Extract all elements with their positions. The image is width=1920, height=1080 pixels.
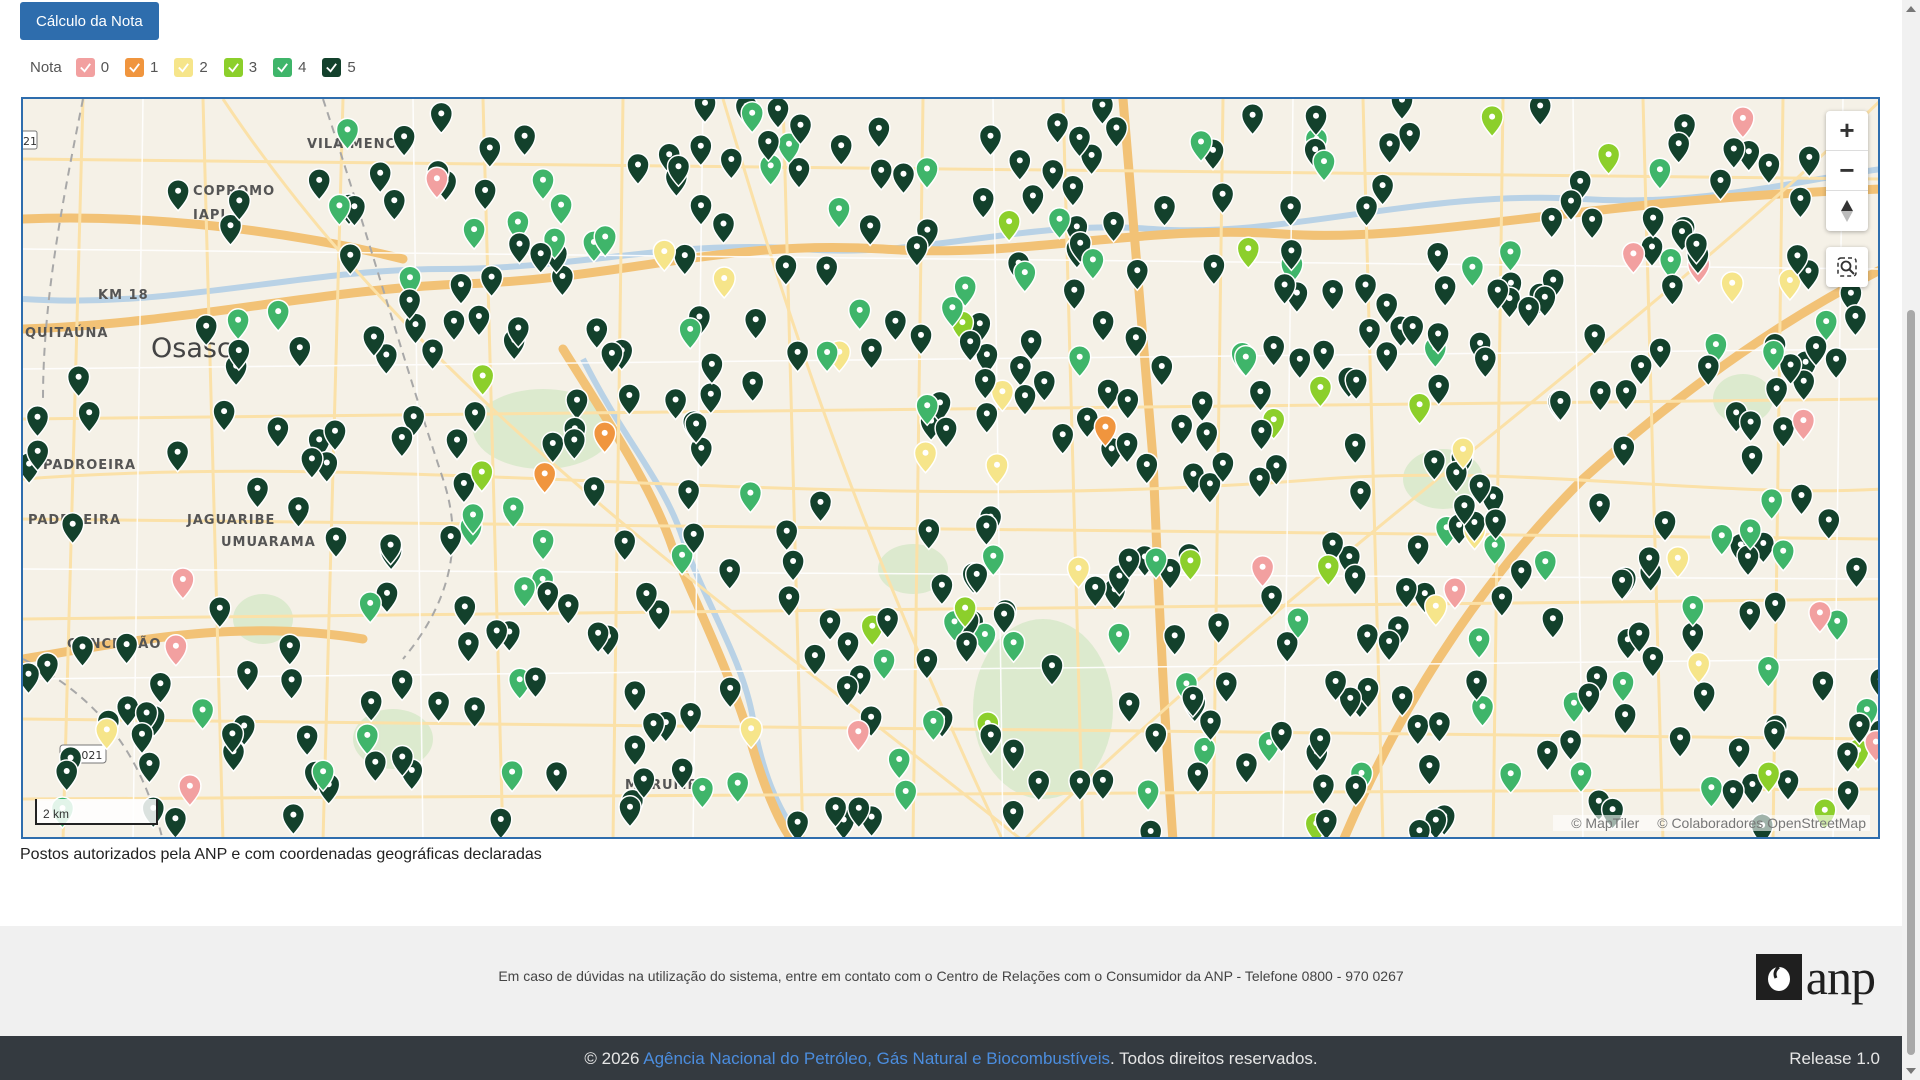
checkbox-1[interactable] (125, 58, 145, 77)
legend-label-2: 2 (199, 59, 208, 76)
place-label-padroeira-1: PADROEIRA (43, 458, 136, 473)
legend-label-3: 3 (248, 59, 258, 76)
checkbox-0[interactable] (75, 58, 95, 77)
footer-contact-text: Em caso de dúvidas na utilização do sist… (498, 968, 1404, 984)
legend-label-5: 5 (347, 59, 356, 76)
zoom-out-button[interactable]: − (1826, 151, 1868, 191)
footer-bottom-bar: © 2026 Agência Nacional do Petróleo, Gás… (0, 1036, 1902, 1080)
station-marker[interactable] (1407, 818, 1432, 839)
map-attribution: © MapTiler © Colaboradores OpenStreetMap (1553, 815, 1870, 831)
zoom-control: + − (1826, 111, 1868, 231)
legend-title: Nota (30, 59, 62, 76)
agency-link[interactable]: Agência Nacional do Petróleo, Gás Natura… (643, 1049, 1110, 1068)
zoom-fit-icon (1837, 257, 1857, 277)
place-label-km18: KM 18 (98, 288, 149, 303)
scrollbar-thumb[interactable] (1907, 310, 1915, 1055)
legend-item-3[interactable]: 3 (223, 58, 258, 77)
legend-label-0: 0 (100, 59, 110, 76)
copyright-suffix: . Todos direitos reservados. (1110, 1049, 1318, 1068)
page: Cálculo da Nota Nota 0 1 2 3 4 5 VILA ME… (0, 0, 1920, 1080)
fit-bounds-button[interactable] (1826, 247, 1868, 287)
legend-item-0[interactable]: 0 (75, 58, 110, 77)
checkbox-2[interactable] (174, 58, 194, 77)
station-marker[interactable] (1138, 819, 1163, 839)
footer: Em caso de dúvidas na utilização do sist… (0, 926, 1902, 1036)
attribution-maptiler[interactable]: © MapTiler (1571, 815, 1639, 831)
place-label-quitauna: QUITAÚNA (25, 325, 108, 341)
legend-item-4[interactable]: 4 (273, 58, 306, 77)
calculo-nota-button[interactable]: Cálculo da Nota (20, 2, 159, 40)
copyright-prefix: © 2026 (584, 1049, 644, 1068)
scroll-up-arrow-icon[interactable] (1906, 6, 1916, 12)
attribution-osm[interactable]: © Colaboradores OpenStreetMap (1657, 815, 1866, 831)
scroll-down-arrow-icon[interactable] (1906, 1068, 1916, 1074)
copyright: © 2026 Agência Nacional do Petróleo, Gás… (0, 1049, 1902, 1069)
legend-item-1[interactable]: 1 (125, 58, 158, 77)
map-caption: Postos autorizados pela ANP e com coorde… (20, 846, 542, 863)
legend-label-4: 4 (298, 59, 307, 76)
legend-item-5[interactable]: 5 (322, 58, 356, 77)
anp-logo-mark (1755, 954, 1802, 1000)
compass-icon (1841, 200, 1853, 222)
road-shield-21: 21 (23, 130, 38, 150)
scale-bar: 2 km (35, 799, 158, 825)
page-scrollbar[interactable] (1902, 0, 1920, 1080)
place-label-jaguaribe: JAGUARIBE (186, 513, 275, 528)
release-version: Release 1.0 (1789, 1049, 1880, 1068)
anp-logo-text: anp (1805, 949, 1876, 1005)
place-label-umuarama: UMUARAMA (221, 535, 316, 550)
checkbox-5[interactable] (322, 58, 342, 77)
nota-legend: Nota 0 1 2 3 4 5 (30, 58, 372, 77)
zoom-in-button[interactable]: + (1826, 111, 1868, 151)
legend-item-2[interactable]: 2 (174, 58, 208, 77)
svg-text:21: 21 (23, 135, 37, 148)
checkbox-4[interactable] (273, 58, 293, 77)
compass-button[interactable] (1826, 191, 1868, 231)
place-label-vila-menck: VILA MENCK (307, 137, 407, 152)
map-base: VILA MENCK COPROMO IAPI KM 18 QUITAÚNA P… (23, 99, 1878, 839)
legend-label-1: 1 (150, 59, 159, 76)
map-view[interactable]: VILA MENCK COPROMO IAPI KM 18 QUITAÚNA P… (21, 97, 1880, 839)
anp-logo: anp (1755, 949, 1876, 1005)
checkbox-3[interactable] (223, 58, 243, 77)
